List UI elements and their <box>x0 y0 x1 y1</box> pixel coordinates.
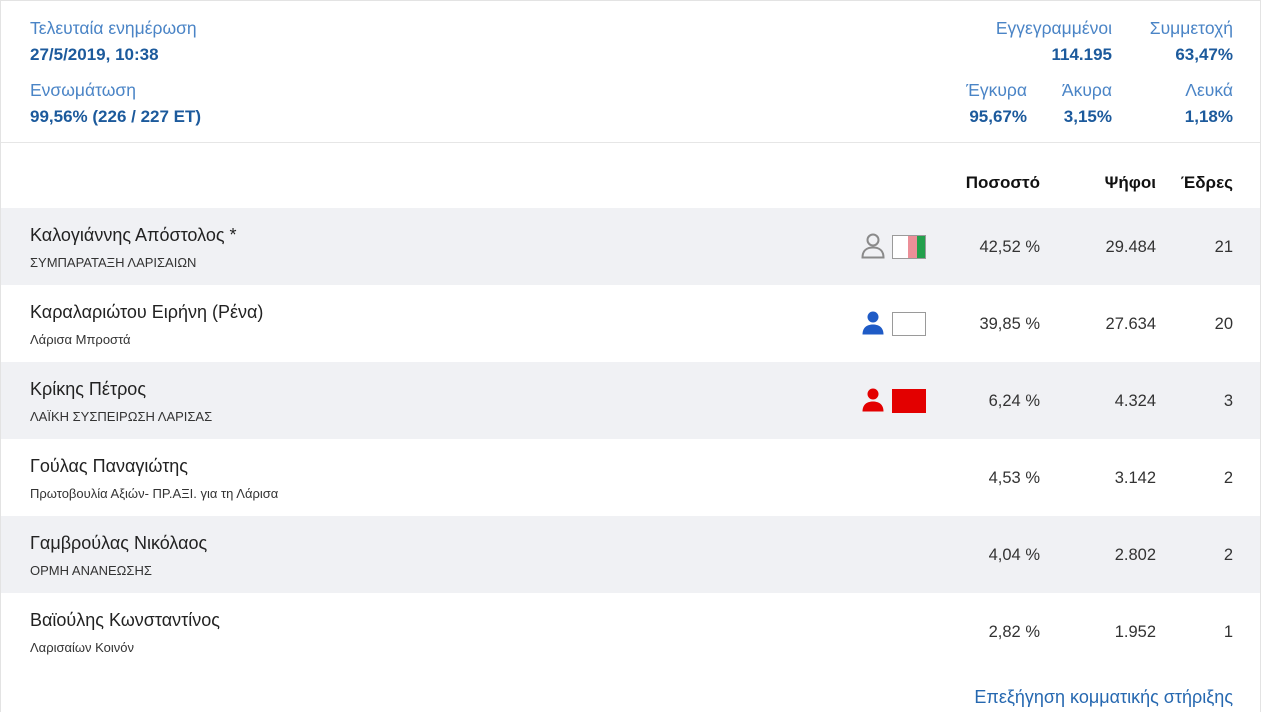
result-row: Βαϊούλης Κωνσταντίνος Λαρισαίων Κοινόν 2… <box>1 593 1260 670</box>
party-name: Λαρισαίων Κοινόν <box>30 640 135 655</box>
percent-value: 39,85 % <box>979 315 1040 333</box>
election-results-panel: Τελευταία ενημέρωση 27/5/2019, 10:38 Ενσ… <box>0 0 1261 712</box>
percent-value: 42,52 % <box>979 238 1040 256</box>
percent-value: 6,24 % <box>988 392 1040 410</box>
last-update-value: 27/5/2019, 10:38 <box>30 45 159 64</box>
flag-stripe <box>893 313 925 335</box>
party-name: Πρωτοβουλία Αξιών- ΠΡ.ΑΞΙ. για τη Λάρισα <box>30 486 279 501</box>
percent-value: 4,04 % <box>988 546 1040 564</box>
party-name: ΛΑΪΚΗ ΣΥΣΠΕΙΡΩΣΗ ΛΑΡΙΣΑΣ <box>30 409 213 424</box>
seats-value: 2 <box>1223 469 1233 487</box>
turnout-label: Συμμετοχή <box>1149 18 1233 38</box>
invalid-value: 3,15% <box>1063 107 1112 126</box>
party-name: ΟΡΜΗ ΑΝΑΝΕΩΣΗΣ <box>30 563 152 578</box>
column-header-votes: Ψήφοι <box>1104 173 1156 192</box>
seats-value: 21 <box>1214 238 1233 256</box>
last-update-label: Τελευταία ενημέρωση <box>30 18 197 38</box>
column-header-percent: Ποσοστό <box>965 173 1040 192</box>
valid-value: 95,67% <box>969 107 1027 126</box>
candidate-name: Κρίκης Πέτρος <box>30 379 146 399</box>
registered-label: Εγγεγραμμένοι <box>995 18 1112 38</box>
seats-value: 1 <box>1223 623 1233 641</box>
party-flag-icon <box>892 312 926 336</box>
party-flag-icon <box>892 389 926 413</box>
votes-value: 3.142 <box>1114 469 1156 487</box>
blank-label: Λευκά <box>1185 80 1233 100</box>
result-row: Γαμβρούλας Νικόλαος ΟΡΜΗ ΑΝΑΝΕΩΣΗΣ 4,04 … <box>1 516 1260 593</box>
party-support-explanation-link[interactable]: Επεξήγηση κομματικής στήριξης <box>974 686 1233 708</box>
candidate-name: Καλογιάννης Απόστολος * <box>30 225 237 245</box>
seats-value: 2 <box>1223 546 1233 564</box>
flag-stripe <box>908 236 917 258</box>
candidate-name: Βαϊούλης Κωνσταντίνος <box>30 610 220 630</box>
last-update-stat: Τελευταία ενημέρωση 27/5/2019, 10:38 <box>30 17 197 66</box>
result-row: Γούλας Παναγιώτης Πρωτοβουλία Αξιών- ΠΡ.… <box>1 439 1260 516</box>
summary-section: Τελευταία ενημέρωση 27/5/2019, 10:38 Ενσ… <box>1 1 1260 143</box>
votes-value: 1.952 <box>1114 623 1156 641</box>
seats-value: 3 <box>1223 392 1233 410</box>
party-name: Λάρισα Μπροστά <box>30 332 131 347</box>
votes-value: 27.634 <box>1105 315 1156 333</box>
seats-value: 20 <box>1214 315 1233 333</box>
registered-stat: Εγγεγραμμένοι 114.195 <box>996 17 1112 66</box>
column-header-seats: Έδρες <box>1180 173 1233 192</box>
candidate-name: Γαμβρούλας Νικόλαος <box>30 533 208 553</box>
invalid-stat: Άκυρα 3,15% <box>1062 79 1112 128</box>
votes-value: 2.802 <box>1114 546 1156 564</box>
integration-value: 99,56% (226 / 227 ΕΤ) <box>30 107 202 126</box>
person-icon <box>862 388 884 412</box>
results-table-header: Ποσοστό Ψήφοι Έδρες <box>1 143 1260 208</box>
invalid-label: Άκυρα <box>1061 80 1112 100</box>
blank-stat: Λευκά 1,18% <box>1185 79 1233 128</box>
person-outline-icon <box>861 233 885 259</box>
party-flag-icon <box>892 235 926 259</box>
candidate-name: Γούλας Παναγιώτης <box>30 456 188 476</box>
valid-stat: Έγκυρα 95,67% <box>966 79 1027 128</box>
result-row: Κρίκης Πέτρος ΛΑΪΚΗ ΣΥΣΠΕΙΡΩΣΗ ΛΑΡΙΣΑΣ 6… <box>1 362 1260 439</box>
registered-value: 114.195 <box>1051 45 1112 64</box>
flag-stripe <box>893 390 925 412</box>
integration-stat: Ενσωμάτωση 99,56% (226 / 227 ΕΤ) <box>30 79 201 128</box>
turnout-value: 63,47% <box>1175 45 1233 64</box>
blank-value: 1,18% <box>1184 107 1233 126</box>
turnout-stat: Συμμετοχή 63,47% <box>1150 17 1233 66</box>
flag-stripe <box>916 236 925 258</box>
person-icon <box>862 311 884 335</box>
result-row: Καλογιάννης Απόστολος * ΣΥΜΠΑΡΑΤΑΞΗ ΛΑΡΙ… <box>1 208 1260 285</box>
percent-value: 4,53 % <box>988 469 1040 487</box>
percent-value: 2,82 % <box>988 623 1040 641</box>
valid-label: Έγκυρα <box>966 80 1027 100</box>
result-row: Καραλαριώτου Ειρήνη (Ρένα) Λάρισα Μπροστ… <box>1 285 1260 362</box>
votes-value: 4.324 <box>1114 392 1156 410</box>
integration-label: Ενσωμάτωση <box>30 80 136 100</box>
flag-stripe <box>893 236 909 258</box>
party-name: ΣΥΜΠΑΡΑΤΑΞΗ ΛΑΡΙΣΑΙΩΝ <box>30 255 197 270</box>
candidate-name: Καραλαριώτου Ειρήνη (Ρένα) <box>30 302 264 322</box>
votes-value: 29.484 <box>1105 238 1156 256</box>
